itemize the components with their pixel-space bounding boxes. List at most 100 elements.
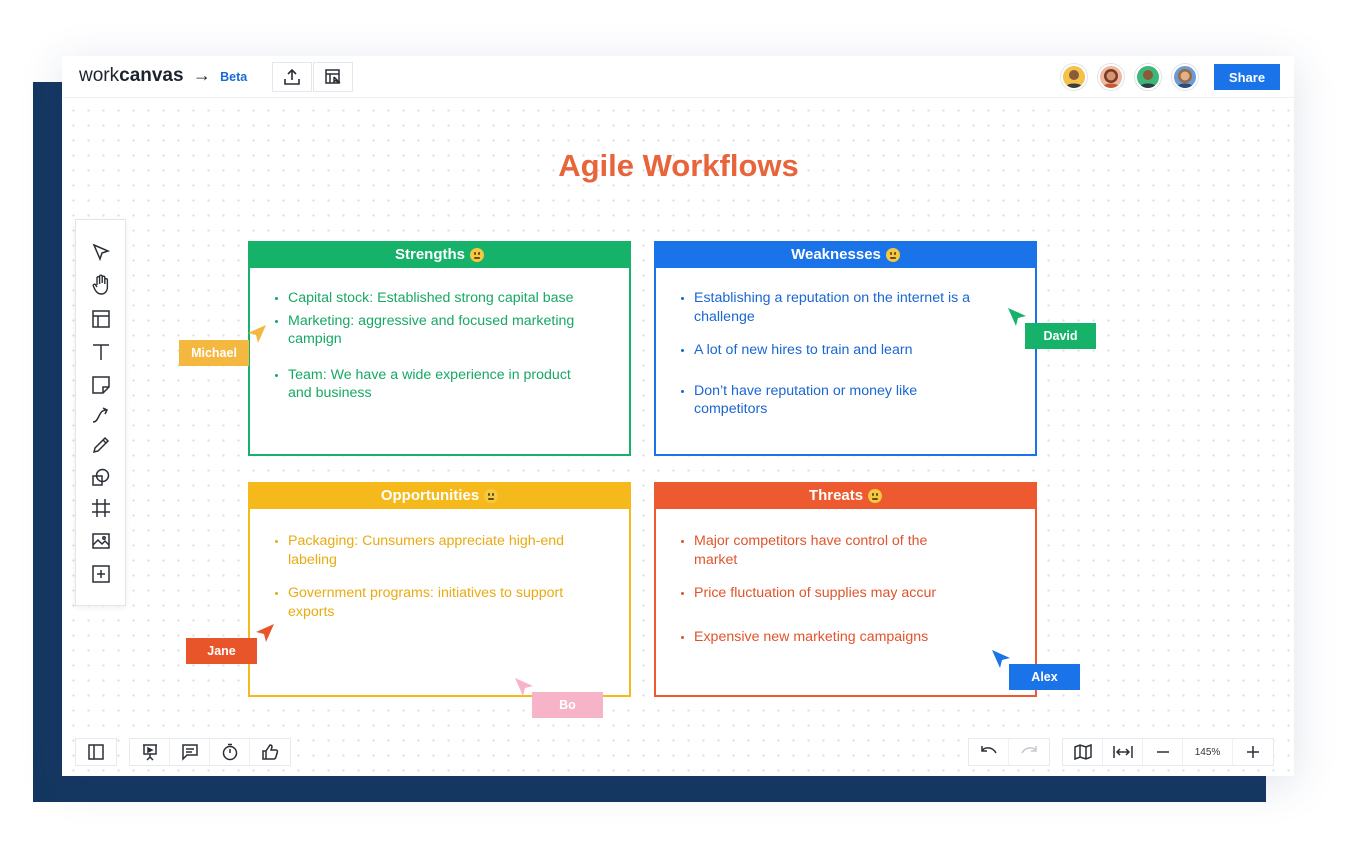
connector-tool[interactable] (88, 402, 114, 428)
list-item[interactable]: Major competitors have control of the ma… (681, 532, 955, 569)
avatar-1[interactable] (1061, 64, 1087, 90)
image-icon (92, 533, 110, 549)
timer-icon (222, 743, 237, 761)
weaknesses-list: Establishing a reputation on the interne… (681, 289, 985, 434)
cursor-arrow-icon (515, 678, 533, 696)
undo-button[interactable] (969, 739, 1009, 765)
opportunities-card[interactable]: Opportunities Packaging: Cunsumers appre… (248, 482, 631, 697)
avatar-4[interactable] (1172, 64, 1198, 90)
undo-icon (980, 746, 997, 754)
strengths-card[interactable]: Strengths Capital stock: Established str… (248, 241, 631, 456)
avatar-2[interactable] (1098, 64, 1124, 90)
add-icon (92, 565, 110, 583)
minus-icon (1156, 751, 1169, 753)
list-item[interactable]: A lot of new hires to train and learn (681, 341, 985, 360)
cursor-arrow-icon (256, 624, 274, 642)
fit-width-icon (1112, 746, 1133, 758)
template-tool[interactable] (88, 306, 114, 332)
board-select-icon (325, 69, 341, 84)
map-icon (1073, 743, 1092, 761)
cursor-arrow-icon (248, 325, 266, 343)
panel-toggle-group (75, 738, 117, 766)
weaknesses-header: Weaknesses (654, 241, 1037, 268)
opportunities-title: Opportunities (380, 487, 480, 504)
cursor-label-alex: Alex (1009, 664, 1080, 690)
board-select-button[interactable] (313, 62, 353, 92)
cursor-arrow-icon (992, 650, 1010, 668)
board-title[interactable]: Agile Workflows (0, 148, 1357, 184)
logo-light: work (79, 65, 120, 86)
list-item[interactable]: Capital stock: Established strong capita… (275, 289, 589, 308)
share-button[interactable]: Share (1214, 64, 1280, 90)
hand-tool[interactable] (88, 272, 114, 298)
list-item[interactable]: Expensive new marketing campaigns (681, 628, 955, 647)
top-bar: workcanvas → Beta Share (62, 56, 1294, 98)
grinning-emoji-icon (470, 247, 484, 262)
image-tool[interactable] (88, 528, 114, 554)
strengths-title: Strengths (394, 246, 465, 263)
hugging-face-emoji-icon (484, 488, 499, 503)
thumbs-up-icon (262, 744, 279, 760)
zoom-out-button[interactable] (1143, 739, 1183, 765)
cursor-label-david: David (1025, 323, 1096, 349)
list-item[interactable]: Government programs: initiatives to supp… (275, 584, 579, 621)
sticky-note-tool[interactable] (88, 372, 114, 398)
shapes-tool[interactable] (88, 464, 114, 490)
text-icon (93, 344, 109, 360)
frame-tool[interactable] (88, 495, 114, 521)
pointer-tool[interactable] (88, 239, 114, 265)
timer-button[interactable] (210, 739, 250, 765)
strengths-list: Capital stock: Established strong capita… (275, 289, 589, 418)
person-icon (1102, 69, 1120, 88)
zoom-level[interactable]: 145% (1183, 739, 1233, 765)
cursor-arrow-icon (1008, 308, 1026, 326)
fit-width-button[interactable] (1103, 739, 1143, 765)
beta-badge: Beta (220, 70, 248, 84)
tool-panel (75, 219, 126, 606)
opportunities-header: Opportunities (248, 482, 631, 509)
list-item[interactable]: Price fluctuation of supplies may accur (681, 584, 955, 603)
list-item[interactable]: Don’t have reputation or money like comp… (681, 382, 985, 419)
logo-bold: canvas (119, 65, 184, 86)
threats-title: Threats (808, 487, 864, 504)
redo-button[interactable] (1009, 739, 1049, 765)
hand-icon (92, 274, 109, 295)
person-icon (1065, 70, 1083, 88)
sidebar-icon (88, 744, 104, 760)
sticky-note-icon (92, 376, 110, 394)
plus-icon (1247, 746, 1259, 758)
app-logo[interactable]: workcanvas → Beta (79, 65, 247, 87)
collab-tools-group (129, 738, 291, 766)
text-tool[interactable] (88, 339, 114, 365)
template-icon (92, 310, 110, 328)
person-icon (1139, 70, 1157, 88)
avatar-3[interactable] (1135, 64, 1161, 90)
threats-card[interactable]: Threats Major competitors have control o… (654, 482, 1037, 697)
list-item[interactable]: Establishing a reputation on the interne… (681, 289, 985, 326)
weaknesses-title: Weaknesses (791, 246, 881, 263)
comment-button[interactable] (170, 739, 210, 765)
sidebar-toggle-button[interactable] (76, 739, 116, 765)
upload-icon (284, 68, 300, 85)
zoom-in-button[interactable] (1233, 739, 1273, 765)
list-item[interactable]: Marketing: aggressive and focused market… (275, 312, 589, 349)
screaming-face-emoji-icon (868, 488, 883, 503)
present-button[interactable] (130, 739, 170, 765)
opportunities-list: Packaging: Cunsumers appreciate high-end… (275, 532, 579, 636)
vote-button[interactable] (250, 739, 290, 765)
upload-button[interactable] (272, 62, 312, 92)
threats-list: Major competitors have control of the ma… (681, 532, 955, 661)
connector-icon (92, 407, 109, 423)
add-tool[interactable] (88, 561, 114, 587)
history-group (968, 738, 1050, 766)
weaknesses-card[interactable]: Weaknesses Establishing a reputation on … (654, 241, 1037, 456)
pencil-tool[interactable] (88, 432, 114, 458)
presentation-icon (142, 744, 157, 761)
pointer-icon (92, 243, 111, 262)
comment-icon (181, 744, 198, 761)
cursor-label-bo: Bo (532, 692, 603, 718)
frame-icon (92, 499, 110, 517)
list-item[interactable]: Team: We have a wide experience in produ… (275, 366, 589, 403)
list-item[interactable]: Packaging: Cunsumers appreciate high-end… (275, 532, 579, 569)
minimap-button[interactable] (1063, 739, 1103, 765)
